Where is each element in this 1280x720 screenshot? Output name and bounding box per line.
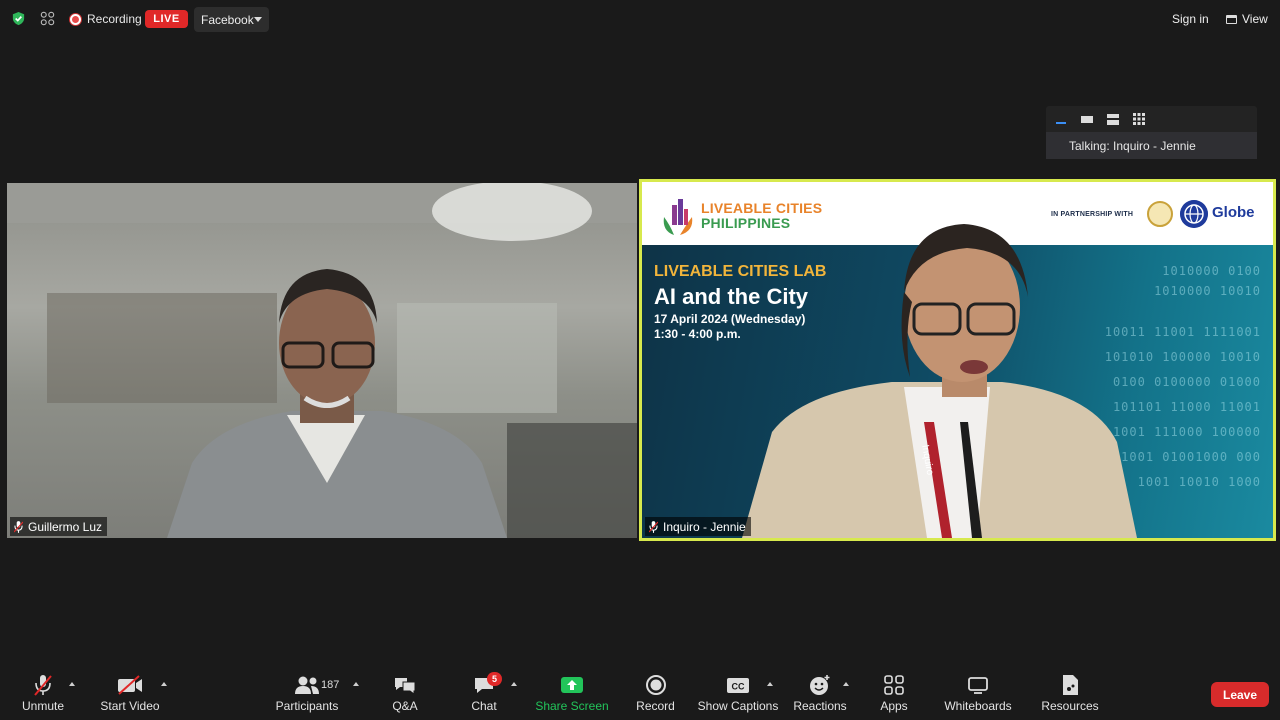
resources-button[interactable]: Resources (1041, 673, 1099, 718)
share-screen-label: Share Screen (535, 699, 609, 713)
recording-dot-icon (70, 13, 81, 25)
whiteboard-icon (968, 677, 988, 694)
start-video-label: Start Video (100, 699, 160, 713)
qa-label: Q&A (392, 699, 418, 713)
view-button[interactable]: View (1224, 10, 1270, 28)
single-tile-layout-button[interactable] (1077, 109, 1097, 129)
participant-name: Inquiro - Jennie (663, 519, 746, 534)
chat-label: Chat (471, 699, 497, 713)
live-badge[interactable]: LIVE (145, 10, 188, 28)
participants-icon (295, 676, 319, 694)
muted-microphone-icon (34, 675, 52, 696)
sign-in-button[interactable]: Sign in (1168, 10, 1213, 28)
qa-button[interactable]: Q&A (390, 673, 420, 718)
meeting-info-grid-icon[interactable] (40, 11, 55, 26)
encryption-shield-icon[interactable] (11, 11, 26, 26)
closed-captions-icon: CC (727, 678, 749, 693)
chat-unread-badge: 5 (487, 672, 502, 686)
gallery-layout-button[interactable] (1129, 109, 1149, 129)
audio-options-chevron-icon[interactable] (69, 682, 75, 686)
resources-document-icon (1063, 675, 1078, 695)
unmute-label: Unmute (21, 699, 65, 713)
meeting-topbar: Recording LIVE Facebook Sign in View (0, 0, 1280, 38)
minimize-icon (1056, 121, 1066, 124)
muted-mic-icon (649, 520, 658, 533)
show-captions-button[interactable]: CC Show Captions (697, 673, 779, 718)
view-label: View (1242, 12, 1268, 26)
show-captions-label: Show Captions (697, 699, 779, 713)
live-stream-target-dropdown[interactable]: Facebook (194, 7, 269, 32)
participant-name-tag: Inquiro - Jennie (645, 517, 751, 536)
view-window-icon (1226, 14, 1237, 24)
svg-text:CC: CC (732, 682, 745, 692)
muted-mic-icon (14, 520, 23, 533)
leave-button[interactable]: Leave (1211, 682, 1269, 707)
share-screen-button[interactable]: Share Screen (535, 673, 609, 718)
participant-name-tag: Guillermo Luz (10, 517, 108, 536)
whiteboards-label: Whiteboards (944, 699, 1012, 713)
qa-bubbles-icon (395, 678, 416, 695)
whiteboards-button[interactable]: Whiteboards (944, 673, 1012, 718)
captions-options-chevron-icon[interactable] (767, 682, 773, 686)
chevron-down-icon (254, 17, 262, 22)
reactions-label: Reactions (793, 699, 847, 713)
apps-label: Apps (880, 699, 908, 713)
record-label: Record (636, 699, 675, 713)
participant-video (7, 183, 637, 538)
single-tile-icon (1081, 115, 1093, 123)
minimize-layout-button[interactable] (1051, 109, 1071, 129)
unmute-button[interactable]: Unmute (22, 673, 64, 718)
apps-button[interactable]: Apps (880, 673, 908, 718)
record-icon (645, 675, 666, 695)
stacked-tiles-icon (1107, 113, 1119, 125)
layout-options (1046, 106, 1257, 131)
reactions-smiley-icon (810, 675, 830, 695)
talking-indicator: Talking: Inquiro - Jennie (1046, 132, 1257, 159)
stacked-layout-button[interactable] (1103, 109, 1123, 129)
recording-indicator[interactable]: Recording (70, 8, 142, 30)
speaker-video (742, 224, 1137, 538)
share-screen-icon (561, 677, 583, 693)
recording-label: Recording (87, 12, 142, 26)
video-layout-panel: Talking: Inquiro - Jennie (1046, 106, 1257, 159)
stream-target-label: Facebook (201, 12, 254, 27)
video-tile-guillermo-luz[interactable]: Guillermo Luz (7, 183, 637, 538)
video-off-icon (118, 675, 142, 695)
reactions-options-chevron-icon[interactable] (843, 682, 849, 686)
gallery-grid-icon (1133, 112, 1145, 125)
meeting-toolbar: Unmute Start Video Participants 187 Q&A … (0, 665, 1280, 720)
resources-label: Resources (1041, 699, 1099, 713)
chat-options-chevron-icon[interactable] (511, 682, 517, 686)
apps-icon (884, 675, 904, 695)
video-tile-inquiro-jennie[interactable]: 1010000 0100 1010000 10010 10011 11001 1… (639, 179, 1276, 541)
participant-name: Guillermo Luz (28, 519, 103, 534)
start-video-button[interactable]: Start Video (100, 673, 160, 718)
reactions-button[interactable]: Reactions (793, 673, 847, 718)
participant-count: 187 (321, 679, 340, 691)
video-options-chevron-icon[interactable] (161, 682, 167, 686)
participants-label: Participants (275, 699, 339, 713)
record-button[interactable]: Record (636, 673, 675, 718)
participants-options-chevron-icon[interactable] (353, 682, 359, 686)
